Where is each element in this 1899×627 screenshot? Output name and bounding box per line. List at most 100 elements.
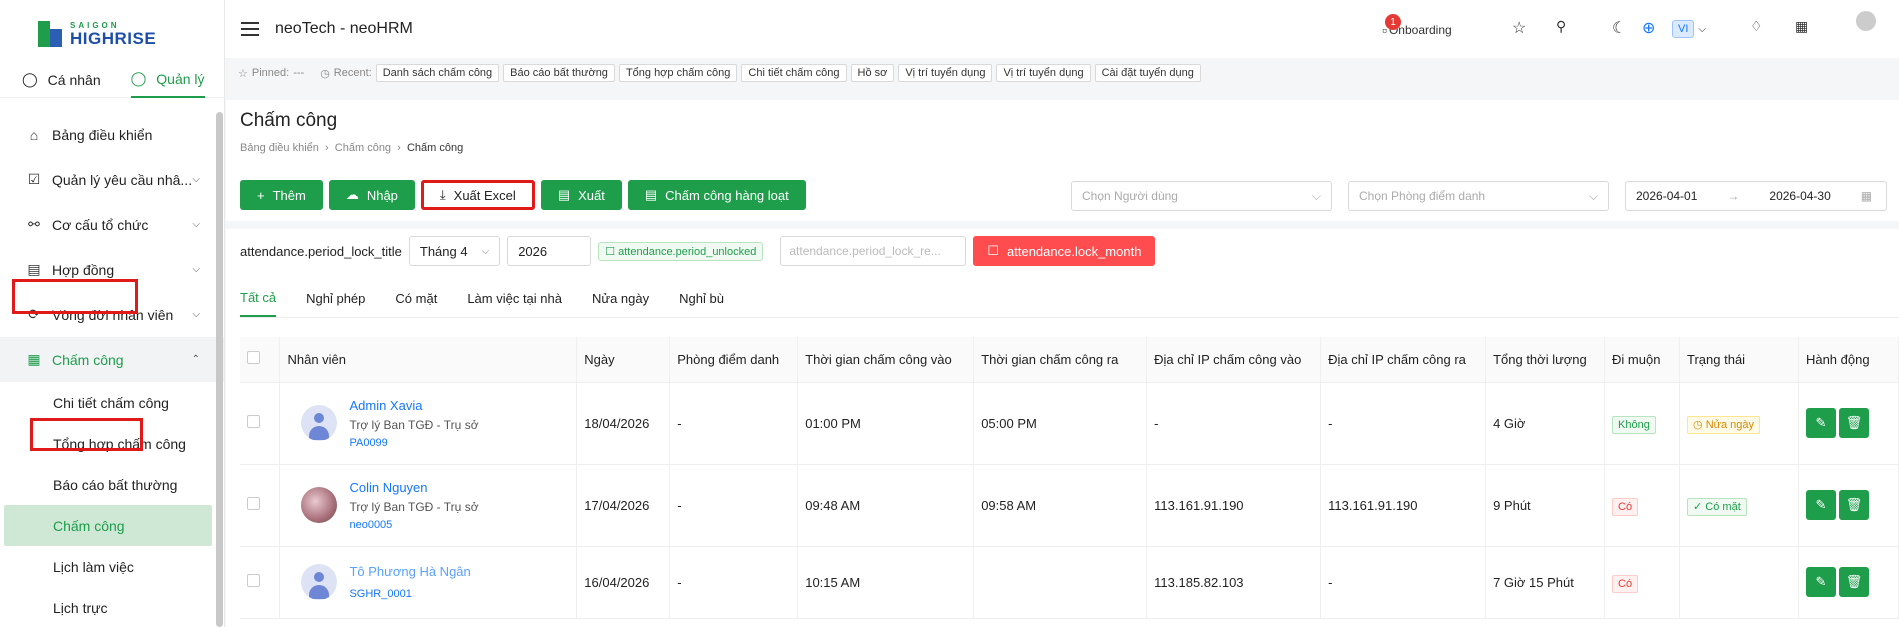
user-avatar[interactable] [1856,11,1876,31]
sidebar-item-attendance[interactable]: ▦ Chấm công ⌃ [0,337,224,382]
export-button[interactable]: ▤ Xuất [540,180,622,210]
tab-present[interactable]: Có mặt [395,280,437,317]
export-excel-button[interactable]: ⤓ Xuất Excel [420,180,535,210]
user-icon: ◯ [22,71,38,87]
edit-icon[interactable]: ✎ [1805,567,1836,597]
tab-wfh[interactable]: Làm việc tại nhà [467,280,562,317]
cell-ip-out: 113.161.91.190 [1320,464,1487,547]
tab-half-day[interactable]: Nửa ngày [592,280,649,317]
avatar [301,487,338,523]
col-status[interactable]: Trạng thái [1679,337,1799,383]
lock-month-button[interactable]: ☐ attendance.lock_month [973,236,1156,266]
recent-chip[interactable]: Tổng hợp chấm công [618,64,738,82]
calendar-icon[interactable]: ▦ [1795,18,1808,35]
cell-check-out [973,546,1148,619]
cell-duration: 9 Phút [1485,464,1606,547]
col-check-in[interactable]: Thời gian chấm công vào [797,337,975,383]
recent-chip[interactable]: Chi tiết chấm công [741,64,847,82]
lock-reason-input[interactable]: attendance.period_lock_re... [780,236,967,266]
recent-chip[interactable]: Vị trí tuyển dụng [898,64,993,82]
trash-icon[interactable]: 🗑 [1838,408,1869,438]
bulk-attendance-button[interactable]: ▤ Chấm công hàng loạt [627,180,806,210]
logo[interactable]: SAIGON HIGHRISE [0,0,224,58]
role-tab-personal[interactable]: ◯ Cá nhân [22,62,101,98]
employee-name-link[interactable]: Tô Phương Hà Ngân [349,564,470,579]
edit-icon[interactable]: ✎ [1805,490,1836,520]
role-tab-manager[interactable]: ◯ Quản lý [130,62,205,98]
org-icon: ⚯ [28,216,40,232]
section-divider [226,221,1899,229]
cloud-upload-icon: ☁ [345,187,359,202]
cell-date: 16/04/2026 [576,546,671,619]
recent-chip[interactable]: Cài đặt tuyển dụng [1094,64,1201,82]
sidebar-item-dashboard[interactable]: ⌂ Bảng điều khiển [0,112,224,157]
add-button[interactable]: + Thêm [240,180,323,210]
moon-icon[interactable]: ☾ [1612,18,1626,38]
date-range-picker[interactable]: 2026-04-01 → 2026-04-30 ▦ [1625,181,1887,211]
room-select[interactable]: Chọn Phòng điểm danh ⌵ [1348,181,1609,211]
col-date[interactable]: Ngày [576,337,671,383]
late-badge: Có [1612,574,1639,593]
app-title: neoTech - neoHRM [275,20,413,37]
sidebar-sub-attendance[interactable]: Chấm công [4,505,212,546]
sidebar-item-org[interactable]: ⚯ Cơ cấu tổ chức ⌵ [0,202,224,247]
col-ip-out[interactable]: Địa chỉ IP chấm công ra [1320,337,1487,383]
month-select[interactable]: Tháng 4 ⌵ [408,236,501,266]
sidebar-scrollbar[interactable] [216,112,223,627]
user-select[interactable]: Chọn Người dùng ⌵ [1071,181,1332,211]
table-row[interactable]: Tô Phương Hà Ngân SGHR_0001 16/04/2026 -… [240,546,1899,619]
tab-all[interactable]: Tất cả [240,280,277,317]
col-duration[interactable]: Tổng thời lượng [1485,337,1606,383]
employee-name-link[interactable]: Admin Xavia [349,398,478,413]
col-room[interactable]: Phòng điểm danh [669,337,799,383]
chevron-down-icon: ⌵ [1588,188,1598,203]
col-employee[interactable]: Nhân viên [279,337,578,383]
chevron-down-icon: ⌵ [192,219,200,230]
cell-ip-in: - [1146,382,1322,465]
sidebar-sub-work-schedule[interactable]: Lịch làm việc [4,546,212,587]
language-select[interactable]: VI ⌵ [1672,20,1706,38]
table-row[interactable]: Colin Nguyen Trợ lý Ban TGĐ - Trụ sở neo… [240,464,1899,547]
edit-icon[interactable]: ✎ [1805,408,1836,438]
year-input[interactable]: 2026 [507,236,592,266]
import-button[interactable]: ☁ Nhập [328,180,415,210]
lock-icon: ☐ [987,243,1000,258]
breadcrumb-item[interactable]: Chấm công [335,142,391,154]
recent-chip[interactable]: Vị trí tuyển dụng [996,64,1091,82]
employee-code[interactable]: PA0099 [349,437,478,449]
row-checkbox[interactable] [247,574,260,587]
row-checkbox[interactable] [247,497,260,510]
sidebar-sub-attendance-detail[interactable]: Chi tiết chấm công [4,382,212,423]
employee-name-link[interactable]: Colin Nguyen [349,480,478,495]
search-icon[interactable]: ⚲ [1556,18,1566,35]
trash-icon[interactable]: 🗑 [1838,490,1869,520]
bell-icon[interactable]: ♢ [1750,18,1763,35]
employee-code[interactable]: neo0005 [349,519,478,531]
recent-chip[interactable]: Danh sách chấm công [375,64,500,82]
breadcrumb-item[interactable]: Bảng điều khiển [240,142,319,154]
row-checkbox[interactable] [247,415,260,428]
sidebar-sub-anomaly-report[interactable]: Báo cáo bất thường [4,464,212,505]
chevron-down-icon: ⌵ [1311,188,1321,203]
date-to[interactable]: 2026-04-30 [1769,189,1830,203]
sidebar-item-requests[interactable]: ☑ Quản lý yêu cầu nhâ... ⌵ [0,157,224,202]
onboarding-button[interactable]: ▫ 1 Onboarding [1382,14,1452,38]
chevron-down-icon: ⌵ [1698,23,1706,35]
col-ip-in[interactable]: Địa chỉ IP chấm công vào [1146,337,1322,383]
employee-code[interactable]: SGHR_0001 [349,588,470,600]
col-check-out[interactable]: Thời gian chấm công ra [973,337,1148,383]
menu-icon[interactable] [241,22,259,36]
tab-leave[interactable]: Nghỉ phép [306,280,365,317]
trash-icon[interactable]: 🗑 [1838,567,1869,597]
sidebar-sub-duty-schedule[interactable]: Lịch trực [4,587,212,627]
col-late[interactable]: Đi muộn [1604,337,1681,383]
star-icon[interactable]: ☆ [1512,18,1526,38]
recent-chip[interactable]: Báo cáo bất thường [503,64,615,82]
date-from[interactable]: 2026-04-01 [1636,189,1697,203]
plus-circle-icon[interactable]: ⊕ [1642,18,1655,38]
table-header-row: Nhân viên Ngày Phòng điểm danh Thời gian… [240,337,1899,383]
select-all-checkbox[interactable] [247,351,260,365]
table-row[interactable]: Admin Xavia Trợ lý Ban TGĐ - Trụ sở PA00… [240,382,1899,465]
tab-comp-off[interactable]: Nghỉ bù [679,280,724,317]
recent-chip[interactable]: Hồ sơ [850,64,895,82]
